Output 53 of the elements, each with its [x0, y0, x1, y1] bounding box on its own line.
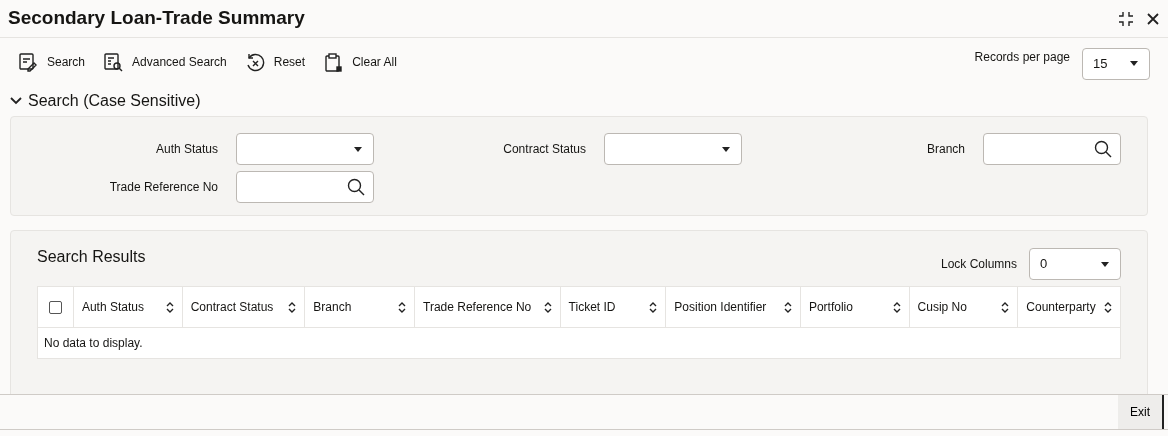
- column-header[interactable]: Position Identifier: [665, 287, 800, 327]
- lookup-field[interactable]: [983, 133, 1121, 165]
- collapse-icon[interactable]: [1118, 10, 1134, 27]
- field-label: Auth Status: [154, 141, 219, 158]
- sort-icon: [398, 301, 406, 313]
- dropdown-field[interactable]: [604, 133, 742, 165]
- sort-icon: [649, 301, 658, 313]
- column-header[interactable]: Trade Reference No: [414, 287, 560, 327]
- select-all-checkbox[interactable]: [48, 300, 62, 314]
- field-label: Contract Status: [502, 141, 587, 158]
- records-per-page-select[interactable]: 15: [1082, 47, 1150, 80]
- column-header[interactable]: Counterparty: [1017, 287, 1120, 327]
- reset-icon: [244, 51, 266, 73]
- lock-columns-label: Lock Columns: [940, 256, 1017, 273]
- column-header[interactable]: Cusip No: [908, 287, 1018, 327]
- sort-icon: [288, 301, 297, 313]
- exit-button[interactable]: Exit: [1118, 395, 1164, 429]
- column-header[interactable]: Branch: [304, 287, 414, 327]
- caret-icon: [1100, 260, 1110, 268]
- sort-icon: [1001, 301, 1010, 313]
- chevron-icon[interactable]: [10, 97, 22, 105]
- column-header[interactable]: Portfolio: [799, 287, 909, 327]
- advanced-search-button[interactable]: Advanced Search: [103, 51, 227, 73]
- field-label: Branch: [925, 141, 966, 158]
- lock-columns-select[interactable]: 0: [1029, 248, 1121, 280]
- sort-icon: [165, 301, 174, 313]
- sort-icon: [892, 301, 901, 313]
- search-button[interactable]: Search: [18, 51, 86, 73]
- sort-icon: [783, 301, 792, 313]
- records-per-page-label: Records per page: [974, 48, 1070, 66]
- caret-icon: [1129, 60, 1139, 67]
- sort-icon: [1104, 301, 1112, 313]
- column-header[interactable]: Ticket ID: [559, 287, 666, 327]
- search-icon: [1094, 140, 1112, 158]
- window-title: Secondary Loan-Trade Summary: [8, 7, 305, 30]
- clipboard-icon: [323, 51, 345, 73]
- clear-all-button[interactable]: Clear All: [323, 51, 397, 73]
- sort-icon: [543, 301, 552, 313]
- dropdown-field[interactable]: [236, 133, 374, 165]
- list-magnifier-icon: [103, 51, 125, 73]
- lookup-field[interactable]: [236, 171, 374, 203]
- reset-button[interactable]: Reset: [244, 51, 306, 73]
- column-header[interactable]: Contract Status: [181, 287, 305, 327]
- section-title[interactable]: Search (Case Sensitive): [28, 89, 201, 113]
- results-title: Search Results: [37, 247, 146, 267]
- empty-message: No data to display.: [44, 336, 143, 350]
- caret-icon: [721, 145, 731, 153]
- search-icon: [347, 178, 365, 196]
- field-label: Trade Reference No: [108, 179, 219, 196]
- column-header[interactable]: Auth Status: [72, 287, 182, 327]
- caret-icon: [353, 145, 363, 153]
- close-icon[interactable]: [1146, 11, 1160, 26]
- list-pencil-icon: [18, 51, 39, 73]
